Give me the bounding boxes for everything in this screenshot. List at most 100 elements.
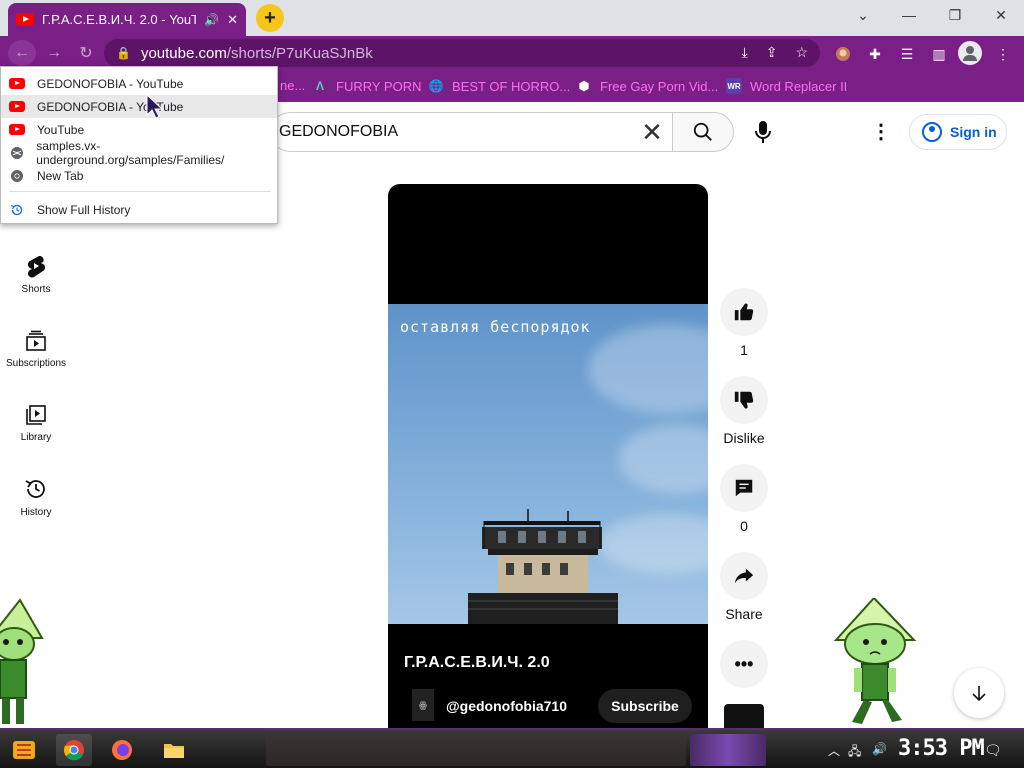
search-query: GEDONOFOBIA <box>279 123 399 140</box>
taskbar-decoration <box>690 734 766 766</box>
bookmark-label: Word Replacer II <box>750 78 848 94</box>
chrome-menu-icon[interactable]: ⋮ <box>994 45 1012 63</box>
video-caption: оставляя беспорядок <box>400 318 591 336</box>
tab-close-icon[interactable]: ✕ <box>227 12 238 28</box>
comments-button[interactable] <box>720 464 768 512</box>
dislike-button[interactable] <box>720 376 768 424</box>
sign-in-button[interactable]: Sign in <box>909 114 1007 150</box>
profile-avatar-icon[interactable] <box>958 41 982 65</box>
taskbar-chrome[interactable] <box>56 734 92 766</box>
bookmark-star-icon[interactable]: ☆ <box>795 44 808 61</box>
rail-label: Subscriptions <box>5 358 67 369</box>
lock-icon[interactable]: 🔒 <box>116 46 131 60</box>
reload-button[interactable]: ↻ <box>72 40 100 66</box>
back-button[interactable]: ← <box>8 40 36 66</box>
subscribe-button[interactable]: Subscribe <box>598 689 692 723</box>
search-icon <box>693 122 712 141</box>
back-history-dropdown: GEDONOFOBIA - YouTube GEDONOFOBIA - YouT… <box>0 66 278 224</box>
forward-button[interactable]: → <box>40 40 68 66</box>
globe-icon: 🌐 <box>428 79 444 93</box>
side-panel-icon[interactable]: ▥ <box>930 45 948 63</box>
clear-search-icon[interactable]: ✕ <box>632 117 672 148</box>
rail-label: Shorts <box>21 284 51 295</box>
rail-subscriptions[interactable]: Subscriptions <box>0 330 72 369</box>
tab-title: Г.Р.А.С.Е.В.И.Ч. 2.0 - YouTube <box>42 12 197 27</box>
youtube-icon <box>9 101 25 112</box>
tab-search-icon[interactable]: ⌄ <box>848 4 878 26</box>
shorts-player[interactable]: оставляя беспорядок Г.Р.А.С.Е.В.И.Ч. 2.0… <box>388 184 708 728</box>
extensions-puzzle-icon[interactable]: ✚ <box>866 45 884 63</box>
share-arrow-icon <box>734 568 754 584</box>
reading-list-icon[interactable]: ☰ <box>898 45 916 63</box>
share-button[interactable] <box>720 552 768 600</box>
start-button[interactable] <box>8 734 40 766</box>
rail-shorts[interactable]: Shorts <box>0 254 72 295</box>
history-item[interactable]: GEDONOFOBIA - YouTube <box>1 95 277 118</box>
bookmark-item[interactable]: 🌐 BEST OF HORRO... <box>428 78 571 94</box>
youtube-favicon-icon <box>16 13 34 26</box>
rail-history[interactable]: History <box>0 477 72 518</box>
notifications-icon[interactable]: 🗨 <box>984 742 1002 759</box>
search-input[interactable]: GEDONOFOBIA ✕ <box>270 112 672 152</box>
address-bar[interactable]: 🔒 youtube.com/shorts/P7uKuaSJnBk ⤓ ⇪ ☆ <box>104 39 820 67</box>
more-actions-button[interactable]: ••• <box>720 640 768 688</box>
history-icon <box>25 480 45 498</box>
account-icon <box>922 122 942 142</box>
dropdown-divider <box>9 191 271 192</box>
youtube-icon <box>9 78 25 89</box>
rail-library[interactable]: Library <box>0 404 72 443</box>
history-item[interactable]: GEDONOFOBIA - YouTube <box>1 72 277 95</box>
globe-icon <box>10 146 23 159</box>
minimize-button[interactable]: — <box>894 4 924 26</box>
show-full-history-label: Show Full History <box>37 202 131 217</box>
channel-name[interactable]: @gedonofobia710 <box>446 698 567 714</box>
taskbar: ︿ 🖧 🔊 3:53 PM 🗨 <box>0 728 1024 768</box>
network-icon[interactable]: 🖧 <box>848 742 861 763</box>
tab-strip: Г.Р.А.С.Е.В.И.Ч. 2.0 - YouTube 🔊 ✕ + ⌄ —… <box>0 0 1024 36</box>
start-logo-icon <box>13 741 35 759</box>
install-icon[interactable]: ⤓ <box>742 44 748 61</box>
history-item-label: YouTube <box>37 122 85 137</box>
video-frame[interactable]: оставляя беспорядок <box>388 304 708 624</box>
channel-avatar[interactable]: ꙮ <box>412 689 434 721</box>
bookmark-item[interactable]: ne... <box>280 78 305 93</box>
restore-button[interactable]: ❐ <box>940 4 970 26</box>
voice-search-button[interactable] <box>750 118 776 146</box>
taskbar-clock[interactable]: 3:53 PM <box>898 736 985 761</box>
rail-label: Library <box>20 432 52 443</box>
history-icon <box>10 204 23 215</box>
shorts-icon <box>27 255 46 278</box>
taskbar-firefox[interactable] <box>104 734 140 766</box>
bookmark-item[interactable]: ⬢ Free Gay Porn Vid... <box>576 78 719 94</box>
bookmark-item[interactable]: WR Word Replacer II <box>726 78 847 94</box>
cube-icon: ⬢ <box>578 79 590 93</box>
bookmark-item[interactable]: Λ FURRY PORN <box>312 78 422 94</box>
speaker-icon[interactable]: 🔊 <box>204 13 219 27</box>
history-item[interactable]: New Tab <box>1 164 277 187</box>
arrow-down-icon <box>972 686 986 702</box>
youtube-icon <box>9 124 25 135</box>
active-tab[interactable]: Г.Р.А.С.Е.В.И.Ч. 2.0 - YouTube 🔊 ✕ <box>8 3 246 36</box>
tray-chevron-icon[interactable]: ︿ <box>828 742 840 759</box>
taskbar-window-preview[interactable] <box>266 734 686 766</box>
next-short-button[interactable] <box>954 668 1004 718</box>
show-full-history[interactable]: Show Full History <box>1 198 277 221</box>
volume-icon[interactable]: 🔊 <box>872 742 887 756</box>
thumbs-up-icon <box>734 303 754 321</box>
history-item[interactable]: samples.vx-underground.org/samples/Famil… <box>1 139 277 167</box>
bookmark-label: FURRY PORN <box>336 78 422 94</box>
bookmark-label: BEST OF HORRO... <box>452 78 571 94</box>
extension-avatar-icon[interactable] <box>834 45 852 63</box>
more-icon: ••• <box>734 653 754 674</box>
taskbar-file-explorer[interactable] <box>156 734 192 766</box>
new-tab-button[interactable]: + <box>256 4 284 32</box>
search-button[interactable] <box>672 112 734 152</box>
tower-image <box>468 509 618 624</box>
settings-menu-icon[interactable]: ⋮ <box>868 118 894 146</box>
address-host: youtube.com <box>140 44 227 62</box>
subscriptions-icon <box>26 330 46 351</box>
close-window-button[interactable]: ✕ <box>986 4 1016 26</box>
chrome-icon <box>11 169 23 182</box>
like-button[interactable] <box>720 288 768 336</box>
share-icon[interactable]: ⇪ <box>766 44 778 61</box>
